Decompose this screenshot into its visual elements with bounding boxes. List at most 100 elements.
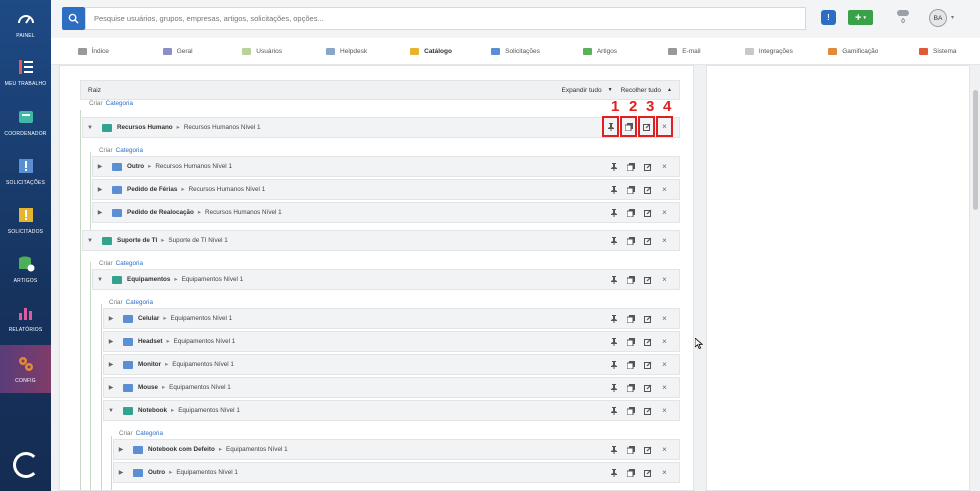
edit-button[interactable] (639, 180, 656, 199)
edit-button[interactable] (639, 203, 656, 222)
chevron-right-icon[interactable]: ▶ (104, 315, 118, 322)
delete-button[interactable]: × (656, 355, 673, 374)
expand-all-button[interactable]: Expandir tudo (561, 87, 601, 94)
duplicate-button[interactable] (622, 332, 639, 351)
sidebar-item-solicitados[interactable]: SOLICITADOS (0, 196, 51, 244)
notifications-button[interactable]: 0 (896, 9, 910, 29)
pin-button[interactable] (605, 231, 622, 250)
category-row[interactable]: ▼ Recursos Humano ▸ Recursos Humanos Nível … (82, 116, 680, 138)
category-row[interactable]: ▶ Outro ▸ Equipamentos Nível 1 × (113, 462, 680, 483)
category-row[interactable]: ▼ Suporte de TI ▸ Suporte de TI Nível 1 × (82, 230, 680, 251)
chevron-right-icon[interactable]: ▶ (93, 186, 107, 193)
tab-solicitacoes[interactable]: Solicitações (473, 38, 557, 64)
sidebar-item-relat-rios[interactable]: RELATÓRIOS (0, 294, 51, 342)
category-row[interactable]: ▶ Headset ▸ Equipamentos Nível 1 × (103, 331, 680, 352)
delete-button[interactable]: × (656, 231, 673, 250)
edit-button[interactable] (639, 231, 656, 250)
duplicate-button[interactable] (622, 203, 639, 222)
delete-button[interactable]: × (656, 463, 673, 482)
chevron-down-icon[interactable]: ▼ (83, 238, 97, 244)
tab-sistema[interactable]: Sistema (896, 38, 980, 64)
chevron-right-icon[interactable]: ▶ (114, 469, 128, 476)
delete-button[interactable]: × (656, 378, 673, 397)
tab-helpdesk[interactable]: Helpdesk (304, 38, 388, 64)
pin-button[interactable] (605, 378, 622, 397)
edit-button[interactable] (639, 270, 656, 289)
category-row[interactable]: ▶ Mouse ▸ Equipamentos Nível 1 × (103, 377, 680, 398)
sidebar-item-config[interactable]: CONFIG (0, 345, 51, 393)
create-category-link[interactable]: Criar Categoria (99, 147, 143, 154)
chevron-right-icon[interactable]: ▶ (93, 163, 107, 170)
category-link[interactable]: Categoria (106, 100, 133, 107)
create-category-link[interactable]: Criar Categoria (109, 299, 153, 306)
category-row[interactable]: ▼ Notebook ▸ Equipamentos Nível 1 × (103, 400, 680, 421)
sidebar-item-painel[interactable]: PAINEL (0, 0, 51, 48)
tab-geral[interactable]: Geral (135, 38, 219, 64)
pin-button[interactable] (605, 440, 622, 459)
delete-button[interactable]: × (656, 116, 673, 137)
edit-button[interactable] (639, 463, 656, 482)
chevron-right-icon[interactable]: ▶ (104, 338, 118, 345)
pin-button[interactable] (605, 203, 622, 222)
sidebar-item-solicita-es[interactable]: SOLICITAÇÕES (0, 147, 51, 195)
collapse-all-button[interactable]: Recolher tudo (621, 87, 661, 94)
tab-integracoes[interactable]: Integrações (727, 38, 811, 64)
search-input[interactable] (85, 7, 806, 30)
edit-button[interactable] (639, 440, 656, 459)
pin-button[interactable] (605, 401, 622, 420)
duplicate-button[interactable] (622, 270, 639, 289)
sidebar-item-artigos[interactable]: ARTIGOS (0, 245, 51, 293)
category-row[interactable]: ▶ Pedido de Férias ▸ Recursos Humanos Nível… (92, 179, 680, 200)
category-row[interactable]: ▼ Equipamentos ▸ Equipamentos Nível 1 × (92, 269, 680, 290)
duplicate-button[interactable] (622, 180, 639, 199)
tab-artigos[interactable]: Artigos (558, 38, 642, 64)
info-button[interactable]: ! (821, 10, 836, 25)
user-avatar[interactable]: BA (929, 9, 947, 27)
category-row[interactable]: ▶ Notebook com Defeito ▸ Equipamentos Nível… (113, 439, 680, 460)
delete-button[interactable]: × (656, 180, 673, 199)
duplicate-button[interactable] (622, 355, 639, 374)
category-row[interactable]: ▶ Monitor ▸ Equipamentos Nível 1 × (103, 354, 680, 375)
pin-button[interactable] (605, 355, 622, 374)
chevron-down-icon[interactable]: ▼ (104, 408, 118, 414)
pin-button[interactable] (605, 332, 622, 351)
duplicate-button[interactable] (622, 309, 639, 328)
tab-gamificacao[interactable]: Gamificação (811, 38, 895, 64)
sidebar-item-coordenador[interactable]: COORDENADOR (0, 98, 51, 146)
category-row[interactable]: ▶ Pedido de Realocação ▸ Recursos Humanos N… (92, 202, 680, 223)
edit-button[interactable] (639, 309, 656, 328)
duplicate-button[interactable] (620, 116, 637, 137)
sidebar-item-meu-trabalho[interactable]: MEU TRABALHO (0, 48, 51, 96)
duplicate-button[interactable] (622, 440, 639, 459)
tab-e-mail[interactable]: E-mail (642, 38, 726, 64)
pin-button[interactable] (605, 157, 622, 176)
edit-button[interactable] (639, 378, 656, 397)
edit-button[interactable] (639, 332, 656, 351)
delete-button[interactable]: × (656, 332, 673, 351)
category-link[interactable]: Categoria (116, 260, 143, 267)
delete-button[interactable]: × (656, 401, 673, 420)
delete-button[interactable]: × (656, 270, 673, 289)
delete-button[interactable]: × (656, 309, 673, 328)
chevron-right-icon[interactable]: ▶ (114, 446, 128, 453)
category-link[interactable]: Categoria (116, 147, 143, 154)
pin-button[interactable] (605, 463, 622, 482)
scrollbar[interactable] (973, 90, 978, 210)
edit-button[interactable] (639, 401, 656, 420)
pin-button[interactable] (605, 309, 622, 328)
duplicate-button[interactable] (622, 463, 639, 482)
category-link[interactable]: Categoria (126, 299, 153, 306)
delete-button[interactable]: × (656, 440, 673, 459)
category-link[interactable]: Categoria (136, 430, 163, 437)
edit-button[interactable] (639, 157, 656, 176)
delete-button[interactable]: × (656, 203, 673, 222)
search-button[interactable] (62, 7, 85, 30)
delete-button[interactable]: × (656, 157, 673, 176)
create-category-link[interactable]: Criar Categoria (119, 430, 163, 437)
pin-button[interactable] (605, 270, 622, 289)
edit-button[interactable] (639, 355, 656, 374)
avatar-caret-icon[interactable]: ▾ (951, 14, 954, 21)
duplicate-button[interactable] (622, 157, 639, 176)
tab-catalogo[interactable]: Catálogo (389, 38, 473, 64)
pin-button[interactable] (602, 116, 619, 137)
